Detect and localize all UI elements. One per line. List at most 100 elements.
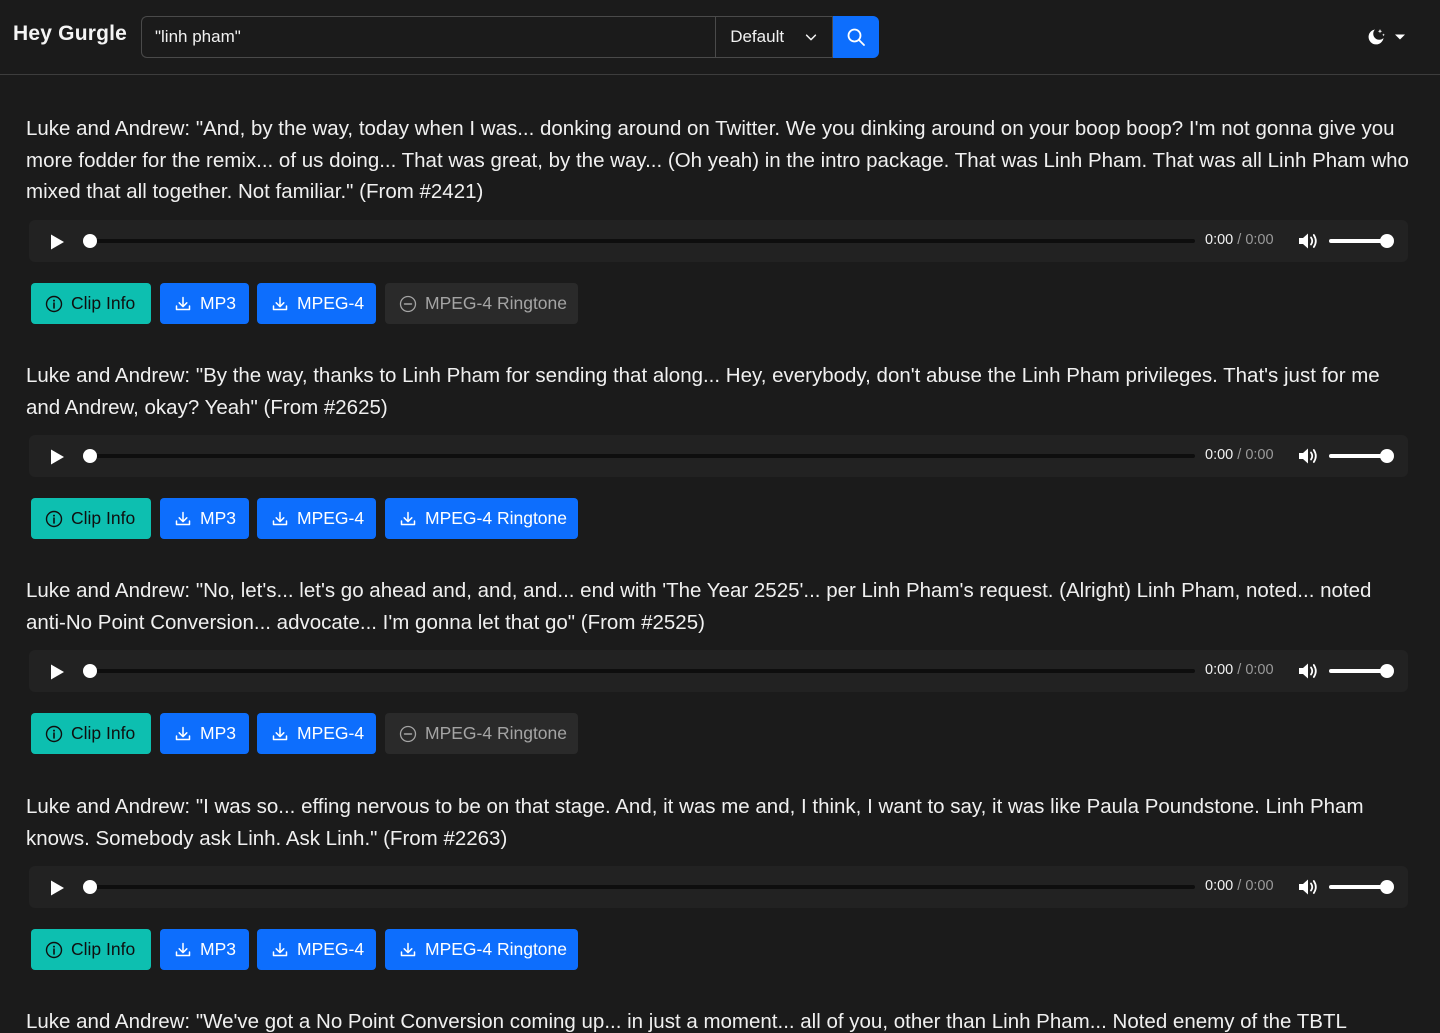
mp3-download-button[interactable]: MP3 xyxy=(160,713,249,754)
play-button[interactable] xyxy=(48,663,66,681)
sort-select-label: Default xyxy=(730,27,785,46)
play-button[interactable] xyxy=(48,233,66,251)
volume-handle[interactable] xyxy=(1380,449,1394,463)
mpeg4-download-button[interactable]: MPEG-4 xyxy=(257,283,376,324)
search-button[interactable] xyxy=(833,16,880,58)
result-item: Luke and Andrew: "No, let's... let's go … xyxy=(26,575,1416,754)
volume-handle[interactable] xyxy=(1380,664,1394,678)
results-list: Luke and Andrew: "And, by the way, today… xyxy=(0,75,1440,1033)
clip-info-label: Clip Info xyxy=(71,723,136,743)
play-button[interactable] xyxy=(48,448,66,466)
clip-info-button[interactable]: Clip Info xyxy=(31,929,151,970)
ringtone-download-button: MPEG-4 Ringtone xyxy=(385,283,578,324)
caret-down-icon xyxy=(1395,34,1405,40)
volume-handle[interactable] xyxy=(1380,234,1394,248)
ringtone-download-button[interactable]: MPEG-4 Ringtone xyxy=(385,929,578,970)
clip-info-button[interactable]: Clip Info xyxy=(31,713,151,754)
mute-button[interactable] xyxy=(1297,877,1319,897)
seek-handle[interactable] xyxy=(83,449,97,463)
audio-player: 0:00 / 0:00 xyxy=(29,435,1408,477)
time-display: 0:00 / 0:00 xyxy=(1205,232,1274,248)
time-display: 0:00 / 0:00 xyxy=(1205,878,1274,894)
volume-icon xyxy=(1299,448,1317,464)
time-display: 0:00 / 0:00 xyxy=(1205,662,1274,678)
mpeg4-download-button[interactable]: MPEG-4 xyxy=(257,929,376,970)
time-display: 0:00 / 0:00 xyxy=(1205,447,1274,463)
quote-text: Luke and Andrew: "We've got a No Point C… xyxy=(26,1010,1347,1033)
moon-stars-icon xyxy=(1368,29,1385,45)
play-icon xyxy=(51,449,64,465)
clip-info-label: Clip Info xyxy=(71,939,136,959)
top-navbar: Hey Gurgle Default xyxy=(0,0,1440,75)
time-separator: / xyxy=(1237,662,1242,678)
seek-bar[interactable] xyxy=(86,454,1195,458)
brand-logo[interactable]: Hey Gurgle xyxy=(13,22,127,46)
mp3-label: MP3 xyxy=(200,939,236,959)
play-icon xyxy=(51,880,64,896)
clip-info-button[interactable]: Clip Info xyxy=(31,498,151,539)
seek-handle[interactable] xyxy=(83,234,97,248)
mute-button[interactable] xyxy=(1297,446,1319,466)
search-icon xyxy=(847,28,865,46)
quote-text: Luke and Andrew: "By the way, thanks to … xyxy=(26,364,1380,419)
mp3-label: MP3 xyxy=(200,508,236,528)
seek-bar[interactable] xyxy=(86,885,1195,889)
mp3-download-button[interactable]: MP3 xyxy=(160,498,249,539)
volume-slider[interactable] xyxy=(1329,454,1387,458)
mpeg4-download-button[interactable]: MPEG-4 xyxy=(257,498,376,539)
clip-info-button[interactable]: Clip Info xyxy=(31,283,151,324)
download-icon xyxy=(400,511,416,525)
mp3-download-button[interactable]: MP3 xyxy=(160,929,249,970)
dash-circle-icon xyxy=(399,725,417,742)
audio-player: 0:00 / 0:00 xyxy=(29,220,1408,262)
mute-button[interactable] xyxy=(1297,661,1319,681)
download-icon xyxy=(175,726,191,740)
seek-bar[interactable] xyxy=(86,669,1195,673)
result-item: Luke and Andrew: "We've got a No Point C… xyxy=(26,1006,1416,1033)
seek-bar[interactable] xyxy=(86,239,1195,243)
mpeg4-label: MPEG-4 xyxy=(297,508,365,528)
info-circle-icon xyxy=(45,510,63,527)
duration: 0:00 xyxy=(1245,232,1274,248)
time-separator: / xyxy=(1237,447,1242,463)
info-circle-icon xyxy=(45,295,63,312)
theme-toggle[interactable] xyxy=(1366,26,1412,48)
mute-button[interactable] xyxy=(1297,231,1319,251)
ringtone-download-button[interactable]: MPEG-4 Ringtone xyxy=(385,498,578,539)
mp3-download-button[interactable]: MP3 xyxy=(160,283,249,324)
current-time: 0:00 xyxy=(1205,232,1234,248)
ringtone-download-button: MPEG-4 Ringtone xyxy=(385,713,578,754)
seek-handle[interactable] xyxy=(83,880,97,894)
audio-player: 0:00 / 0:00 xyxy=(29,650,1408,692)
duration: 0:00 xyxy=(1245,662,1274,678)
sort-select[interactable]: Default xyxy=(715,16,834,58)
ringtone-label: MPEG-4 Ringtone xyxy=(425,723,568,743)
download-icon xyxy=(272,726,288,740)
volume-icon xyxy=(1299,233,1317,249)
mp3-label: MP3 xyxy=(200,293,236,313)
time-separator: / xyxy=(1237,878,1242,894)
mpeg4-label: MPEG-4 xyxy=(297,293,365,313)
download-icon xyxy=(272,296,288,310)
ringtone-label: MPEG-4 Ringtone xyxy=(425,293,568,313)
play-button[interactable] xyxy=(48,879,66,897)
mpeg4-label: MPEG-4 xyxy=(297,723,365,743)
ringtone-label: MPEG-4 Ringtone xyxy=(425,939,568,959)
play-icon xyxy=(51,664,64,680)
chevron-down-icon xyxy=(805,34,817,41)
current-time: 0:00 xyxy=(1205,447,1234,463)
quote-text: Luke and Andrew: "And, by the way, today… xyxy=(26,117,1409,203)
download-icon xyxy=(400,942,416,956)
volume-slider[interactable] xyxy=(1329,669,1387,673)
seek-handle[interactable] xyxy=(83,664,97,678)
clip-info-label: Clip Info xyxy=(71,293,136,313)
mpeg4-download-button[interactable]: MPEG-4 xyxy=(257,713,376,754)
search-input[interactable] xyxy=(141,16,716,58)
volume-handle[interactable] xyxy=(1380,880,1394,894)
info-circle-icon xyxy=(45,941,63,958)
download-icon xyxy=(175,511,191,525)
download-icon xyxy=(175,942,191,956)
volume-slider[interactable] xyxy=(1329,239,1387,243)
volume-icon xyxy=(1299,663,1317,679)
volume-slider[interactable] xyxy=(1329,885,1387,889)
